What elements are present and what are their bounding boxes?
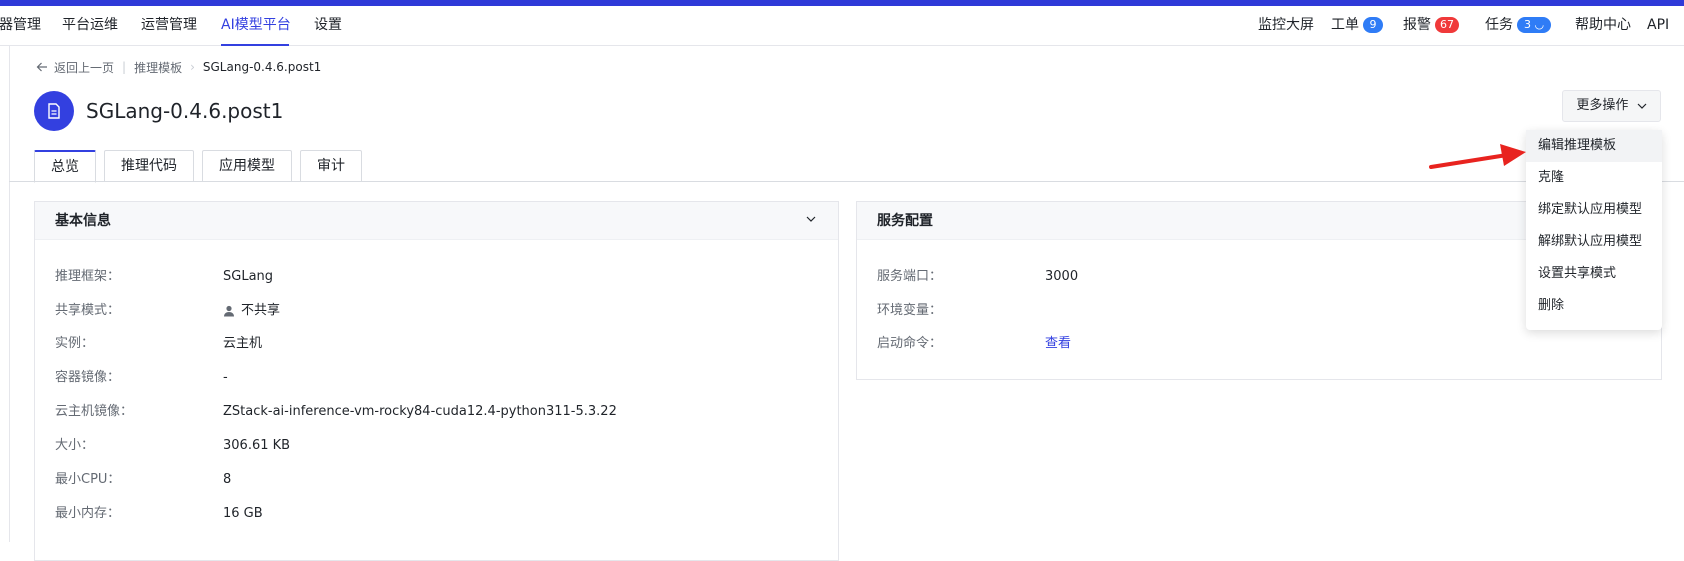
tickets-label: 工单 [1331, 17, 1359, 33]
tasks-count-badge: 3 ◡ [1517, 17, 1551, 33]
nav-alarms[interactable]: 报警 67 [1403, 6, 1459, 46]
info-value: 16 GB [223, 506, 263, 521]
more-actions-menu: 编辑推理模板 克隆 绑定默认应用模型 解绑默认应用模型 设置共享模式 删除 [1526, 130, 1662, 330]
detail-tabs: 总览 推理代码 应用模型 审计 [34, 150, 370, 183]
info-value: ZStack-ai-inference-vm-rocky84-cuda12.4-… [223, 404, 617, 419]
more-actions-label: 更多操作 [1576, 98, 1629, 113]
basic-info-card: 基本信息 推理框架： SGLang 共享模式： 不共享 实例： 云主机 容器镜像… [34, 201, 839, 561]
nav-item-operations[interactable]: 运营管理 [141, 6, 197, 46]
menu-item-edit-template[interactable]: 编辑推理模板 [1526, 130, 1662, 162]
template-avatar [34, 91, 74, 131]
info-label: 实例： [55, 336, 95, 351]
nav-tickets[interactable]: 工单 9 [1331, 6, 1383, 46]
page-title: SGLang-0.4.6.post1 [86, 99, 284, 123]
content-left-border [9, 46, 10, 542]
menu-item-set-share-mode[interactable]: 设置共享模式 [1526, 258, 1662, 290]
breadcrumb-divider: | [122, 60, 127, 74]
nav-api[interactable]: API [1647, 6, 1669, 46]
breadcrumb: 返回上一页 | 推理模板 › SGLang-0.4.6.post1 [36, 59, 321, 75]
nav-monitor-screen[interactable]: 监控大屏 [1258, 6, 1314, 46]
view-command-link[interactable]: 查看 [1045, 334, 1071, 354]
more-actions-button[interactable]: 更多操作 [1562, 90, 1661, 122]
config-label: 环境变量： [877, 303, 943, 318]
basic-info-header[interactable]: 基本信息 [35, 202, 838, 240]
info-label: 容器镜像： [55, 370, 121, 385]
breadcrumb-current: SGLang-0.4.6.post1 [202, 60, 322, 74]
info-label: 最小CPU： [55, 472, 121, 487]
info-value: 306.61 KB [223, 438, 291, 453]
info-value: 云主机 [223, 336, 263, 351]
menu-item-clone[interactable]: 克隆 [1526, 162, 1662, 194]
info-label: 大小： [55, 438, 95, 453]
service-config-title: 服务配置 [877, 213, 933, 229]
menu-item-delete[interactable]: 删除 [1526, 290, 1662, 322]
info-value: 8 [223, 472, 232, 487]
loading-icon: ◡ [1534, 18, 1545, 31]
active-nav-underline [221, 44, 289, 46]
tab-audit[interactable]: 审计 [300, 150, 362, 182]
tasks-label: 任务 [1485, 17, 1513, 33]
tabs-divider [9, 181, 1684, 182]
document-icon [48, 103, 60, 119]
nav-help-center[interactable]: 帮助中心 [1575, 6, 1631, 46]
breadcrumb-parent[interactable]: 推理模板 [134, 59, 182, 76]
user-icon [224, 305, 234, 317]
chevron-right-icon: › [190, 60, 195, 74]
config-value: 3000 [1045, 269, 1079, 284]
info-value: SGLang [223, 269, 274, 284]
tickets-count-badge: 9 [1363, 17, 1383, 33]
chevron-down-icon [1637, 103, 1647, 109]
nav-tasks[interactable]: 任务 3 ◡ [1485, 6, 1551, 46]
basic-info-title: 基本信息 [55, 213, 111, 229]
info-label: 共享模式： [55, 303, 121, 318]
nav-item-ai-platform[interactable]: AI模型平台 [221, 6, 291, 46]
info-label: 云主机镜像： [55, 404, 134, 419]
menu-item-bind-default-model[interactable]: 绑定默认应用模型 [1526, 194, 1662, 226]
config-label: 服务端口： [877, 269, 943, 284]
share-mode-value: 不共享 [241, 303, 281, 318]
tab-application-models[interactable]: 应用模型 [202, 150, 292, 182]
info-value: - [223, 370, 228, 385]
info-label: 推理框架： [55, 269, 121, 284]
tab-inference-code[interactable]: 推理代码 [104, 150, 194, 182]
alarms-label: 报警 [1403, 17, 1431, 33]
config-label: 启动命令： [877, 336, 943, 351]
top-navigation: 器管理 平台运维 运营管理 AI模型平台 设置 监控大屏 工单 9 报警 67 任务… [0, 6, 1684, 46]
chevron-down-icon [806, 216, 816, 222]
back-link[interactable]: 返回上一页 [36, 59, 114, 76]
nav-item-device-management[interactable]: 器管理 [0, 6, 41, 46]
nav-item-platform-ops[interactable]: 平台运维 [62, 6, 118, 46]
info-label: 最小内存： [55, 506, 121, 521]
tab-overview[interactable]: 总览 [34, 150, 96, 183]
arrow-left-icon [36, 62, 47, 72]
alarms-count-badge: 67 [1435, 17, 1459, 33]
nav-item-settings[interactable]: 设置 [314, 6, 342, 46]
back-link-label: 返回上一页 [54, 60, 115, 75]
info-value: 不共享 [223, 301, 280, 321]
menu-item-unbind-default-model[interactable]: 解绑默认应用模型 [1526, 226, 1662, 258]
